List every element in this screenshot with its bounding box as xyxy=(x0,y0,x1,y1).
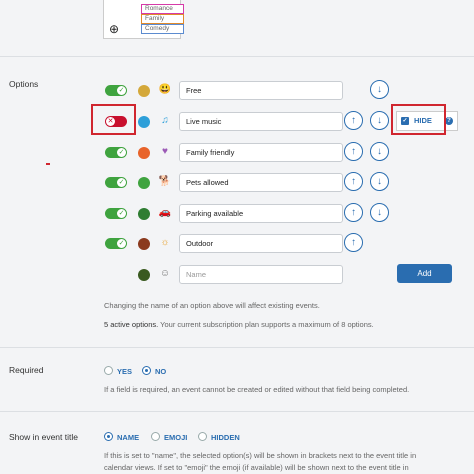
heart-icon[interactable]: ♥ xyxy=(158,145,172,159)
move-down-button[interactable]: ↓ xyxy=(370,203,389,222)
enable-toggle[interactable]: ✓ xyxy=(105,177,127,188)
divider xyxy=(0,347,474,348)
radio-label: EMOJI xyxy=(164,433,188,442)
color-swatch[interactable] xyxy=(138,85,150,97)
move-up-button[interactable]: ↑ xyxy=(344,111,363,130)
radio-label: NO xyxy=(155,367,167,376)
required-yes-radio[interactable]: YES xyxy=(104,366,132,376)
color-swatch[interactable] xyxy=(138,208,150,220)
move-up-button[interactable]: ↑ xyxy=(344,233,363,252)
option-name-input[interactable]: Pets allowed xyxy=(179,173,343,192)
check-icon: ✓ xyxy=(117,86,126,95)
option-name-input[interactable]: Parking available xyxy=(179,204,343,223)
check-icon: ✓ xyxy=(117,239,126,248)
color-swatch[interactable] xyxy=(138,269,150,281)
color-swatch[interactable] xyxy=(138,238,150,250)
music-note-icon[interactable]: ♫ xyxy=(158,114,172,128)
preview-tag-comedy: Comedy xyxy=(141,24,184,34)
active-options-count: 5 active options. xyxy=(104,320,159,329)
sun-icon[interactable]: ☼ xyxy=(158,236,172,250)
color-swatch[interactable] xyxy=(138,116,150,128)
preview-tag-romance: Romance xyxy=(141,4,184,14)
highlight-box-hide xyxy=(391,104,446,135)
option-row-pets-allowed: ✓ 🐕 Pets allowed ↑ ↓ xyxy=(105,172,474,195)
check-icon: ✓ xyxy=(117,148,126,157)
move-down-button[interactable]: ↓ xyxy=(370,111,389,130)
radio-circle xyxy=(104,366,113,375)
option-name-input[interactable]: Family friendly xyxy=(179,143,343,162)
option-row-outdoor: ✓ ☼ Outdoor ↑ xyxy=(105,233,474,256)
zoom-in-icon[interactable]: ⊕ xyxy=(109,22,119,36)
add-option-button[interactable]: Add xyxy=(397,264,452,283)
event-title-note-line2: calendar views. If set to "emoji" the em… xyxy=(104,463,409,472)
move-up-button[interactable]: ↑ xyxy=(344,203,363,222)
option-row-family-friendly: ✓ ♥ Family friendly ↑ ↓ xyxy=(105,142,474,165)
options-label: Options xyxy=(9,79,39,89)
radio-label: YES xyxy=(117,367,133,376)
calendar-preview-thumbnail: Romance Family Comedy ⊕ xyxy=(103,0,184,39)
check-icon: ✓ xyxy=(117,209,126,218)
event-title-hidden-radio[interactable]: HIDDEN xyxy=(198,432,240,442)
new-option-row: ☺ Name Add xyxy=(105,264,474,287)
move-down-button[interactable]: ↓ xyxy=(370,172,389,191)
check-icon: ✓ xyxy=(117,178,126,187)
move-up-button[interactable]: ↑ xyxy=(344,172,363,191)
option-name-input[interactable]: Free xyxy=(179,81,343,100)
required-note: If a field is required, an event cannot … xyxy=(104,385,410,394)
smiley-outline-icon[interactable]: ☺ xyxy=(158,267,172,281)
options-count-note: 5 active options. Your current subscript… xyxy=(104,320,374,329)
color-swatch[interactable] xyxy=(138,177,150,189)
red-marker xyxy=(46,163,50,165)
radio-circle-selected xyxy=(104,432,113,441)
smiley-emoji-icon[interactable]: 😃 xyxy=(158,83,172,97)
event-title-emoji-radio[interactable]: EMOJI xyxy=(151,432,187,442)
color-swatch[interactable] xyxy=(138,147,150,159)
event-title-label: Show in event title xyxy=(9,432,78,442)
move-up-button[interactable]: ↑ xyxy=(344,142,363,161)
plan-limit-note: Your current subscription plan supports … xyxy=(160,320,374,329)
radio-circle xyxy=(151,432,160,441)
required-label: Required xyxy=(9,365,44,375)
option-name-input[interactable]: Outdoor xyxy=(179,234,343,253)
radio-label: HIDDEN xyxy=(211,433,240,442)
radio-circle xyxy=(198,432,207,441)
dog-icon[interactable]: 🐕 xyxy=(158,175,172,189)
highlight-box-toggle xyxy=(91,104,136,135)
radio-circle-selected xyxy=(142,366,151,375)
preview-tag-family: Family xyxy=(141,14,184,24)
move-down-button[interactable]: ↓ xyxy=(370,80,389,99)
car-icon[interactable]: 🚗 xyxy=(158,206,172,220)
help-icon[interactable]: ? xyxy=(445,117,453,125)
enable-toggle[interactable]: ✓ xyxy=(105,208,127,219)
enable-toggle[interactable]: ✓ xyxy=(105,147,127,158)
option-row-parking-available: ✓ 🚗 Parking available ↑ ↓ xyxy=(105,203,474,226)
enable-toggle[interactable]: ✓ xyxy=(105,85,127,96)
option-row-free: ✓ 😃 Free ↓ xyxy=(105,80,474,103)
option-name-input[interactable]: Live music xyxy=(179,112,343,131)
enable-toggle[interactable]: ✓ xyxy=(105,238,127,249)
move-down-button[interactable]: ↓ xyxy=(370,142,389,161)
event-title-note-line1: If this is set to "name", the selected o… xyxy=(104,451,417,460)
radio-label: NAME xyxy=(117,433,140,442)
options-change-note: Changing the name of an option above wil… xyxy=(104,301,320,310)
new-option-name-input[interactable]: Name xyxy=(179,265,343,284)
required-no-radio[interactable]: NO xyxy=(142,366,166,376)
divider xyxy=(0,56,474,57)
divider xyxy=(0,411,474,412)
event-title-name-radio[interactable]: NAME xyxy=(104,432,139,442)
